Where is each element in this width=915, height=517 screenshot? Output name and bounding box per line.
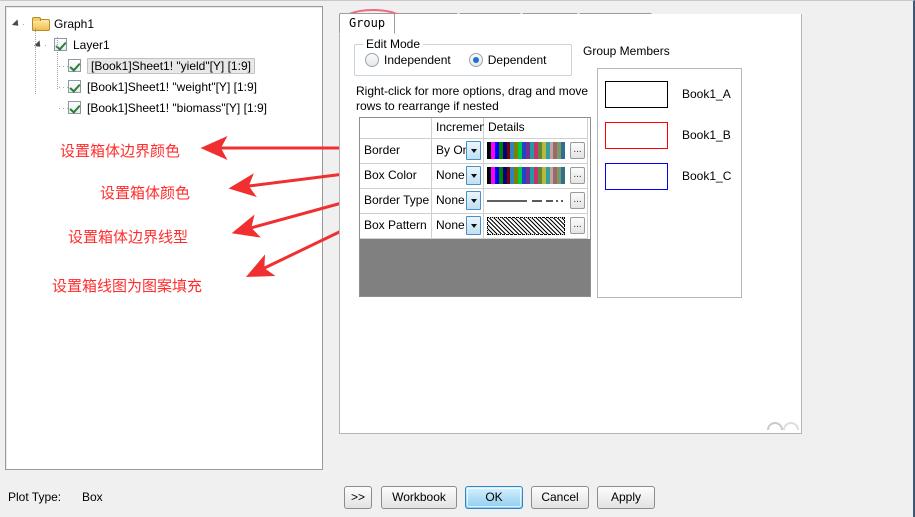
grid-cell-property: Box Pattern [360,214,432,239]
member-name: Book1_B [682,128,731,142]
expand-button[interactable]: >> [344,486,372,509]
group-members-list[interactable]: Book1_A Book1_B Book1_C [597,68,742,298]
tree-node-label: [Book1]Sheet1! "yield"[Y] [1:9] [87,57,255,74]
tree-guide-line [35,28,36,94]
tree-node-label: Graph1 [54,16,95,31]
grid-header-blank [360,118,432,139]
grid-hint-line2: rows to rearrange if nested [356,99,499,113]
color-swatch-preview[interactable] [487,167,566,184]
annotation-1: 设置箱体颜色 [100,184,191,202]
checkbox-icon[interactable] [68,80,81,93]
grid-cell-property: Border Type [360,189,432,214]
tree-guide-line [57,37,58,89]
radio-independent[interactable]: Independent [365,52,451,67]
more-options-button[interactable]: ... [570,192,585,209]
chevron-down-icon[interactable] [466,166,481,185]
tree-connector: · [22,18,26,29]
grid-header-increment: Increment [432,118,489,139]
more-options-button[interactable]: ... [570,142,585,159]
cancel-button-label: Cancel [541,490,579,504]
increment-grid[interactable]: IncrementDetailsBorder ColorBy One...Box… [359,117,591,297]
tree-node-1[interactable]: · Layer1 [14,34,322,55]
checkbox-icon[interactable] [68,59,81,72]
chevron-down-icon[interactable] [466,191,481,210]
more-options-button[interactable]: ... [570,167,585,184]
grid-header-details: Details [484,118,588,139]
member-preview-box [605,80,668,108]
member-preview-box [605,121,668,149]
grid-header-row: Increment Details [360,118,590,139]
grid-cell-increment[interactable]: None [432,214,484,239]
tree-connector: ··· [58,81,70,92]
expander-icon[interactable] [11,18,22,29]
chevron-down-icon[interactable] [466,216,481,235]
radio-dependent[interactable]: Dependent [468,52,547,67]
member-preview-box [605,162,668,190]
apply-button[interactable]: Apply [597,486,655,509]
swatch-stripe [561,142,566,159]
tree-node-label: [Book1]Sheet1! "biomass"[Y] [1:9] [87,100,267,115]
tree-node-label: Layer1 [73,37,110,52]
radio-independent-label: Independent [384,52,451,67]
workbook-button[interactable]: Workbook [381,486,457,509]
tree-node-0[interactable]: · Graph1 [11,13,322,34]
grid-cell-details[interactable]: ... [484,139,588,164]
grid-row-border-type[interactable]: Border Type None... [360,189,590,214]
group-member-row[interactable]: Book1_C [598,160,741,192]
plot-type-value: Box [82,490,103,504]
more-options-button[interactable]: ... [570,217,585,234]
apply-button-label: Apply [610,490,642,504]
tab-group[interactable]: Group [339,13,395,34]
cancel-button[interactable]: Cancel [531,486,589,509]
tree-node-label: [Book1]Sheet1! "weight"[Y] [1:9] [87,79,257,94]
grid-row-box-pattern[interactable]: Box Pattern None... [360,214,590,239]
radio-dependent-dot [468,52,483,67]
color-swatch-preview[interactable] [487,142,566,159]
grid-hint-line1: Right-click for more options, drag and m… [356,84,589,98]
grid-row-border-color[interactable]: Border ColorBy One... [360,139,590,164]
focus-ring [467,488,521,507]
chevron-down-icon[interactable] [466,141,481,160]
expand-button-label: >> [350,490,365,504]
annotation-3: 设置箱线图为图案填充 [52,277,203,295]
grid-cell-increment[interactable]: None [432,189,484,214]
tree-connector: ··· [58,102,70,113]
swatch-stripe [561,167,566,184]
edit-mode-title: Edit Mode [363,37,424,51]
member-name: Book1_C [682,169,732,183]
checkbox-icon[interactable] [68,101,81,114]
radio-dependent-label: Dependent [487,52,547,67]
annotation-0: 设置箱体边界颜色 [60,142,181,160]
workbook-button-label: Workbook [392,490,446,504]
grid-cell-details[interactable]: ... [484,164,588,189]
radio-independent-dot [365,52,379,67]
plot-type-label: Plot Type: [8,490,62,504]
tree-node-2[interactable]: ··· [Book1]Sheet1! "yield"[Y] [1:9] [14,55,322,76]
tree-node-3[interactable]: ··· [Book1]Sheet1! "weight"[Y] [1:9] [14,76,322,97]
grid-cell-details[interactable]: ... [484,214,588,239]
group-member-row[interactable]: Book1_A [598,78,741,110]
grid-cell-increment[interactable]: None [432,164,484,189]
tree-connector: ··· [58,60,70,71]
annotation-2: 设置箱体边界线型 [68,228,189,246]
grid-cell-property: Box Color [360,164,432,189]
line-style-preview[interactable] [487,189,565,212]
checkbox-icon[interactable] [54,38,67,51]
group-member-row[interactable]: Book1_B [598,119,741,151]
tree-node-4[interactable]: ··· [Book1]Sheet1! "biomass"[Y] [1:9] [14,97,322,118]
fill-pattern-preview[interactable] [487,217,565,235]
member-name: Book1_A [682,87,731,101]
grid-cell-increment[interactable]: By One [432,139,484,164]
grid-hint-text: Right-click for more options, drag and m… [356,84,588,114]
edit-mode-groupbox: Edit Mode Independent Dependent [354,37,572,76]
grid-row-box-color[interactable]: Box Color None... [360,164,590,189]
grid-cell-details[interactable]: ... [484,189,588,214]
resize-grip-icon [767,422,799,430]
group-members-title: Group Members [583,44,670,58]
grid-cell-property: Border Color [360,139,432,164]
ok-button[interactable]: OK [465,486,523,509]
grid-empty-area [360,239,590,296]
tree-connector: · [44,39,48,50]
